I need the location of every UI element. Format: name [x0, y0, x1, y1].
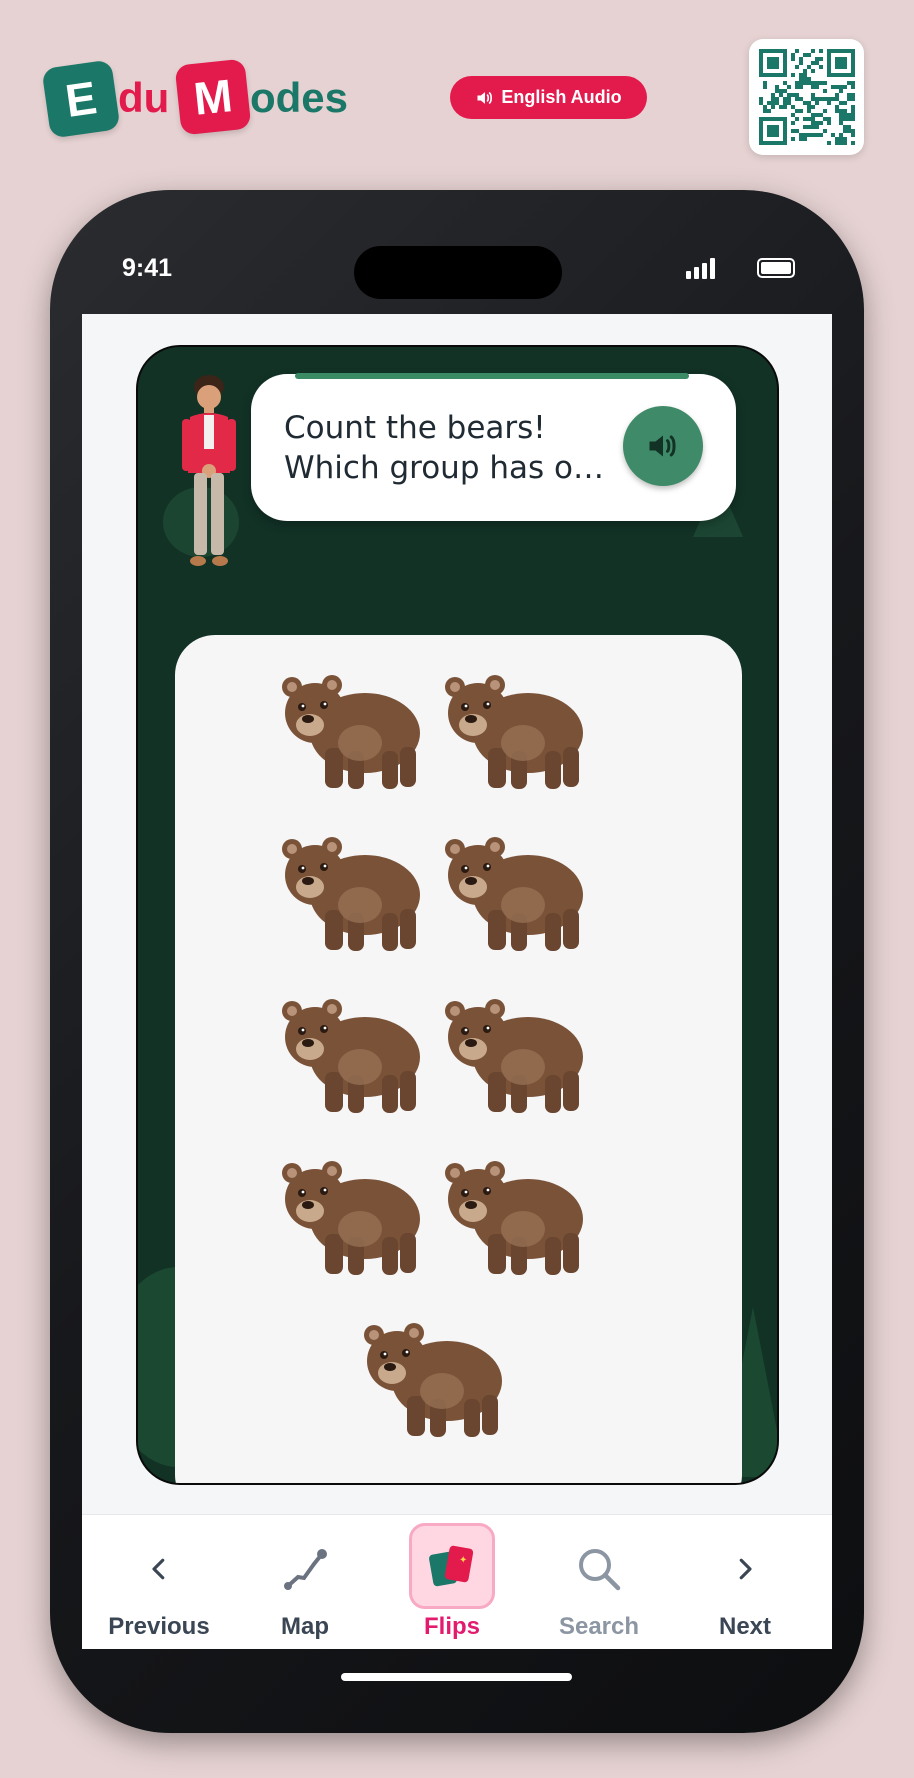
prompt-text: Count the bears! Which group has o…	[284, 410, 604, 486]
nav-previous-label: Previous	[108, 1613, 210, 1640]
bottom-navigation: Previous Map ✦ Flips Search Next	[82, 1514, 832, 1649]
nav-search[interactable]: Search	[534, 1515, 664, 1649]
play-audio-button[interactable]	[623, 406, 703, 486]
qr-code[interactable]	[749, 39, 864, 155]
battery-icon	[757, 258, 795, 278]
qr-code-icon	[758, 49, 855, 145]
nav-next[interactable]: Next	[680, 1515, 810, 1649]
teacher-avatar	[182, 375, 236, 566]
english-audio-button[interactable]: English Audio	[450, 76, 647, 119]
prompt-bubble: Count the bears! Which group has o…	[251, 373, 736, 521]
nav-next-label: Next	[718, 1613, 772, 1640]
bear-image	[270, 825, 430, 965]
bear-image	[433, 987, 593, 1127]
status-time: 9:41	[122, 254, 173, 282]
flips-active-indicator: ✦	[409, 1523, 495, 1609]
speaker-icon	[649, 435, 676, 457]
speaker-icon	[477, 91, 493, 104]
app-screen: Count the bears! Which group has o… Prev…	[82, 314, 832, 1649]
bear-image	[270, 1149, 430, 1289]
bear-image	[433, 1149, 593, 1289]
edumodes-logo: E du M odes	[41, 58, 366, 139]
logo-text-du: du	[118, 74, 170, 121]
nav-previous[interactable]: Previous	[94, 1515, 224, 1649]
dynamic-island	[354, 246, 562, 299]
home-indicator	[341, 1673, 572, 1681]
phone-frame: 9:41 Count the bears! Which group has o……	[50, 190, 864, 1733]
progress-bar	[295, 373, 689, 379]
bear-image	[270, 663, 430, 803]
svg-text:✦: ✦	[459, 1555, 467, 1566]
nav-search-label: Search	[558, 1613, 640, 1640]
english-audio-label: English Audio	[501, 87, 622, 107]
question-card: Count the bears! Which group has o…	[136, 345, 779, 1485]
bear-image	[270, 987, 430, 1127]
chevron-right-icon	[739, 1558, 752, 1580]
bear-image	[433, 663, 593, 803]
nav-flips-label: Flips	[423, 1613, 480, 1640]
bear-image	[433, 825, 593, 965]
flip-cards-icon: ✦	[429, 1545, 474, 1587]
logo-tile-e: E	[41, 59, 121, 139]
search-icon	[579, 1549, 621, 1591]
chevron-left-icon	[152, 1558, 165, 1580]
nav-map[interactable]: Map	[240, 1515, 370, 1649]
bear-image	[352, 1311, 512, 1451]
nav-flips[interactable]: ✦ Flips	[387, 1515, 517, 1649]
signal-icon	[686, 258, 715, 279]
logo-tile-m: M	[174, 58, 252, 136]
route-icon	[284, 1549, 327, 1590]
logo-text-odes: odes	[250, 74, 349, 121]
bear-group-panel[interactable]	[175, 635, 742, 1483]
nav-map-label: Map	[281, 1613, 329, 1640]
